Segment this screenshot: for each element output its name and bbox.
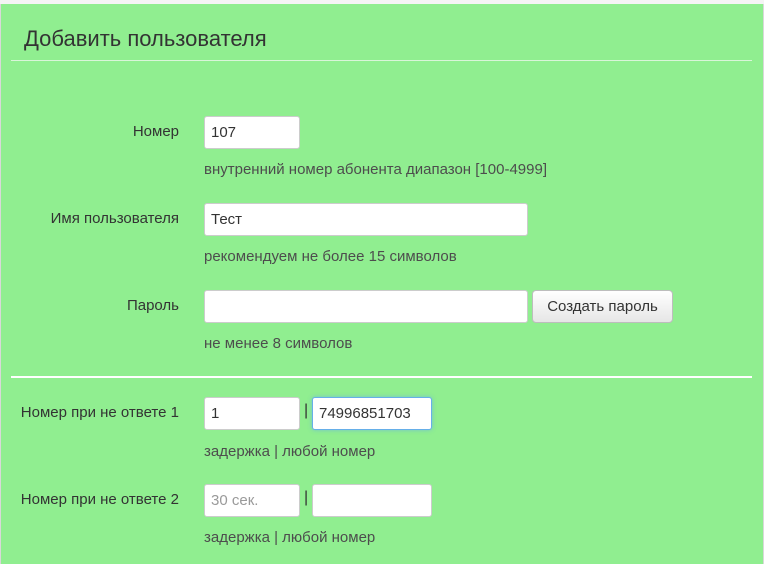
- title-divider: [11, 60, 752, 61]
- username-input[interactable]: [204, 203, 528, 236]
- noanswer2-help: задержка | любой номер: [204, 529, 376, 546]
- number-input[interactable]: [204, 116, 300, 149]
- noanswer2-delay-input[interactable]: [204, 484, 300, 517]
- section-divider: [11, 376, 752, 378]
- noanswer1-separator: |: [304, 402, 309, 419]
- password-input[interactable]: [204, 290, 528, 323]
- username-help: рекомендуем не более 15 символов: [204, 248, 457, 265]
- noanswer1-number-input[interactable]: [312, 397, 432, 430]
- page-title: Добавить пользователя: [24, 26, 267, 51]
- noanswer1-delay-input[interactable]: [204, 397, 300, 430]
- noanswer2-label: Номер при не ответе 2: [20, 491, 179, 508]
- password-label: Пароль: [126, 297, 179, 314]
- username-label: Имя пользователя: [50, 210, 179, 227]
- noanswer1-label: Номер при не ответе 1: [20, 404, 179, 421]
- noanswer1-help: задержка | любой номер: [204, 443, 376, 460]
- add-user-panel: Добавить пользователя Номер внутренний н…: [0, 4, 764, 564]
- number-label: Номер: [132, 123, 179, 140]
- generate-password-button[interactable]: Создать пароль: [532, 290, 673, 323]
- number-help: внутренний номер абонента диапазон [100-…: [204, 161, 547, 178]
- password-help: не менее 8 символов: [204, 335, 353, 352]
- noanswer2-separator: |: [304, 489, 309, 506]
- noanswer2-number-input[interactable]: [312, 484, 432, 517]
